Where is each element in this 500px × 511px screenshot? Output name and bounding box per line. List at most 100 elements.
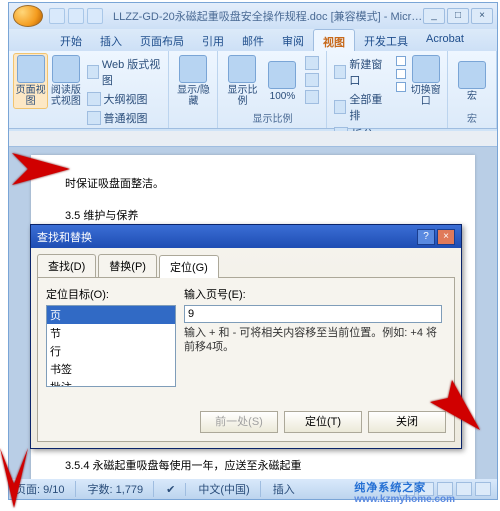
minimize-button[interactable]: _ [423,8,445,24]
tab-acrobat[interactable]: Acrobat [417,29,473,51]
tab-mailings[interactable]: 邮件 [233,29,273,51]
arrange-icon [334,100,346,114]
dialog-help-button[interactable]: ? [417,229,435,245]
reset-pos-button[interactable] [393,81,409,93]
arrange-all-button[interactable]: 全部重排 [331,90,388,124]
find-replace-dialog: 查找和替换 ? × 查找(D) 替换(P) 定位(G) 定位目标(O): 页 节… [30,224,462,449]
previous-button[interactable]: 前一处(S) [200,411,278,433]
group-macros: 宏 宏 [448,51,497,128]
page-number-input[interactable] [184,305,442,323]
page-number-label: 输入页号(E): [184,286,442,302]
view-draft-icon[interactable] [475,482,491,496]
qat-redo-icon[interactable] [87,8,103,24]
group-window: 新建窗口 全部重排 拆分 切换窗口 窗口 [327,51,448,128]
tab-layout[interactable]: 页面布局 [131,29,193,51]
ribbon-tabs: 开始 插入 页面布局 引用 邮件 审阅 视图 开发工具 Acrobat [9,29,497,51]
watermark-text: 纯净系统之家 [354,482,426,494]
group-show-hide: 显示/隐藏 [169,51,218,128]
new-window-button[interactable]: 新建窗口 [331,55,388,89]
zoom-button[interactable]: 显示比例 [222,53,262,109]
zoom-100-icon [268,61,296,89]
dialog-titlebar[interactable]: 查找和替换 ? × [31,225,461,248]
dialog-tab-goto[interactable]: 定位(G) [159,255,219,278]
two-pages-button[interactable] [302,72,322,88]
goto-target-listbox[interactable]: 页 节 行 书签 批注 脚注 [46,305,176,387]
checkbox-icon [396,69,406,79]
dialog-body: 定位目标(O): 页 节 行 书签 批注 脚注 输入页号(E): 输入 + 和 … [37,277,455,442]
tab-view[interactable]: 视图 [313,29,355,51]
web-layout-icon [87,65,99,79]
watermark: 纯净系统之家 www.kzmyhome.com [354,475,455,505]
list-item[interactable]: 行 [47,342,175,360]
new-window-icon [334,65,346,79]
page-width-icon [305,90,319,104]
office-button[interactable] [13,5,43,27]
tab-developer[interactable]: 开发工具 [355,29,417,51]
reading-layout-icon [52,55,80,83]
switch-windows-button[interactable]: 切换窗口 [409,53,443,109]
window-title: LLZZ-GD-20永磁起重吸盘安全操作规程.doc [兼容模式] - Micr… [113,8,423,24]
zoom-icon [228,55,256,83]
quick-access-toolbar [49,8,103,24]
dialog-title: 查找和替换 [37,229,92,245]
outline-icon [87,92,101,106]
dialog-close-button[interactable]: × [437,229,455,245]
page-width-button[interactable] [302,89,322,105]
watermark-url: www.kzmyhome.com [354,494,455,505]
list-item[interactable]: 页 [47,306,175,324]
switch-windows-icon [412,55,440,83]
goto-hint: 输入 + 和 - 可将相关内容移至当前位置。例如: +4 将前移4项。 [184,326,442,354]
close-dialog-button[interactable]: 关闭 [368,411,446,433]
print-layout-button[interactable]: 页面视图 [13,53,48,109]
ruler[interactable] [9,131,497,147]
print-layout-icon [17,55,45,83]
dialog-tab-replace[interactable]: 替换(P) [98,254,157,277]
list-item[interactable]: 书签 [47,360,175,378]
qat-undo-icon[interactable] [68,8,84,24]
tab-references[interactable]: 引用 [193,29,233,51]
two-pages-icon [305,73,319,87]
list-item[interactable]: 节 [47,324,175,342]
one-page-icon [305,56,319,70]
status-words[interactable]: 字数: 1,779 [88,481,155,497]
tab-insert[interactable]: 插入 [91,29,131,51]
tab-home[interactable]: 开始 [51,29,91,51]
web-layout-button[interactable]: Web 版式视图 [84,55,165,89]
macros-button[interactable]: 宏 [452,53,492,109]
doc-line: 3.5.4 永磁起重吸盘每使用一年，应送至永磁起重 [65,455,441,477]
show-hide-icon [179,55,207,83]
macros-icon [458,61,486,89]
reading-layout-button[interactable]: 阅读版式视图 [48,53,83,109]
goto-target-label: 定位目标(O): [46,286,176,302]
show-hide-button[interactable]: 显示/隐藏 [173,53,213,109]
status-page[interactable]: 页面: 9/10 [15,481,76,497]
goto-button[interactable]: 定位(T) [284,411,362,433]
checkbox-icon [396,82,406,92]
group-label-macros: 宏 [467,109,477,126]
doc-line: 时保证吸盘面整洁。 [65,173,441,195]
list-item[interactable]: 批注 [47,378,175,387]
draft-button[interactable]: 普通视图 [84,109,165,127]
outline-button[interactable]: 大纲视图 [84,90,165,108]
draft-icon [87,111,101,125]
group-label-zoom: 显示比例 [252,109,292,126]
status-proof-icon[interactable]: ✔ [166,483,186,496]
ribbon: 页面视图 阅读版式视图 Web 版式视图 大纲视图 普通视图 文档视图 显示/隐… [9,51,497,129]
dialog-tabs: 查找(D) 替换(P) 定位(G) [31,248,461,277]
group-zoom: 显示比例 100% 显示比例 [218,51,327,128]
view-side-button[interactable] [393,55,409,67]
dialog-tab-find[interactable]: 查找(D) [37,254,96,277]
titlebar: LLZZ-GD-20永磁起重吸盘安全操作规程.doc [兼容模式] - Micr… [9,3,497,29]
checkbox-icon [396,56,406,66]
tab-review[interactable]: 审阅 [273,29,313,51]
view-outline-icon[interactable] [456,482,472,496]
status-insert-mode[interactable]: 插入 [273,481,295,497]
zoom-100-button[interactable]: 100% [262,53,302,109]
maximize-button[interactable]: □ [447,8,469,24]
status-language[interactable]: 中文(中国) [198,481,260,497]
close-button[interactable]: × [471,8,493,24]
qat-save-icon[interactable] [49,8,65,24]
one-page-button[interactable] [302,55,322,71]
sync-scroll-button[interactable] [393,68,409,80]
group-document-views: 页面视图 阅读版式视图 Web 版式视图 大纲视图 普通视图 文档视图 [9,51,169,128]
